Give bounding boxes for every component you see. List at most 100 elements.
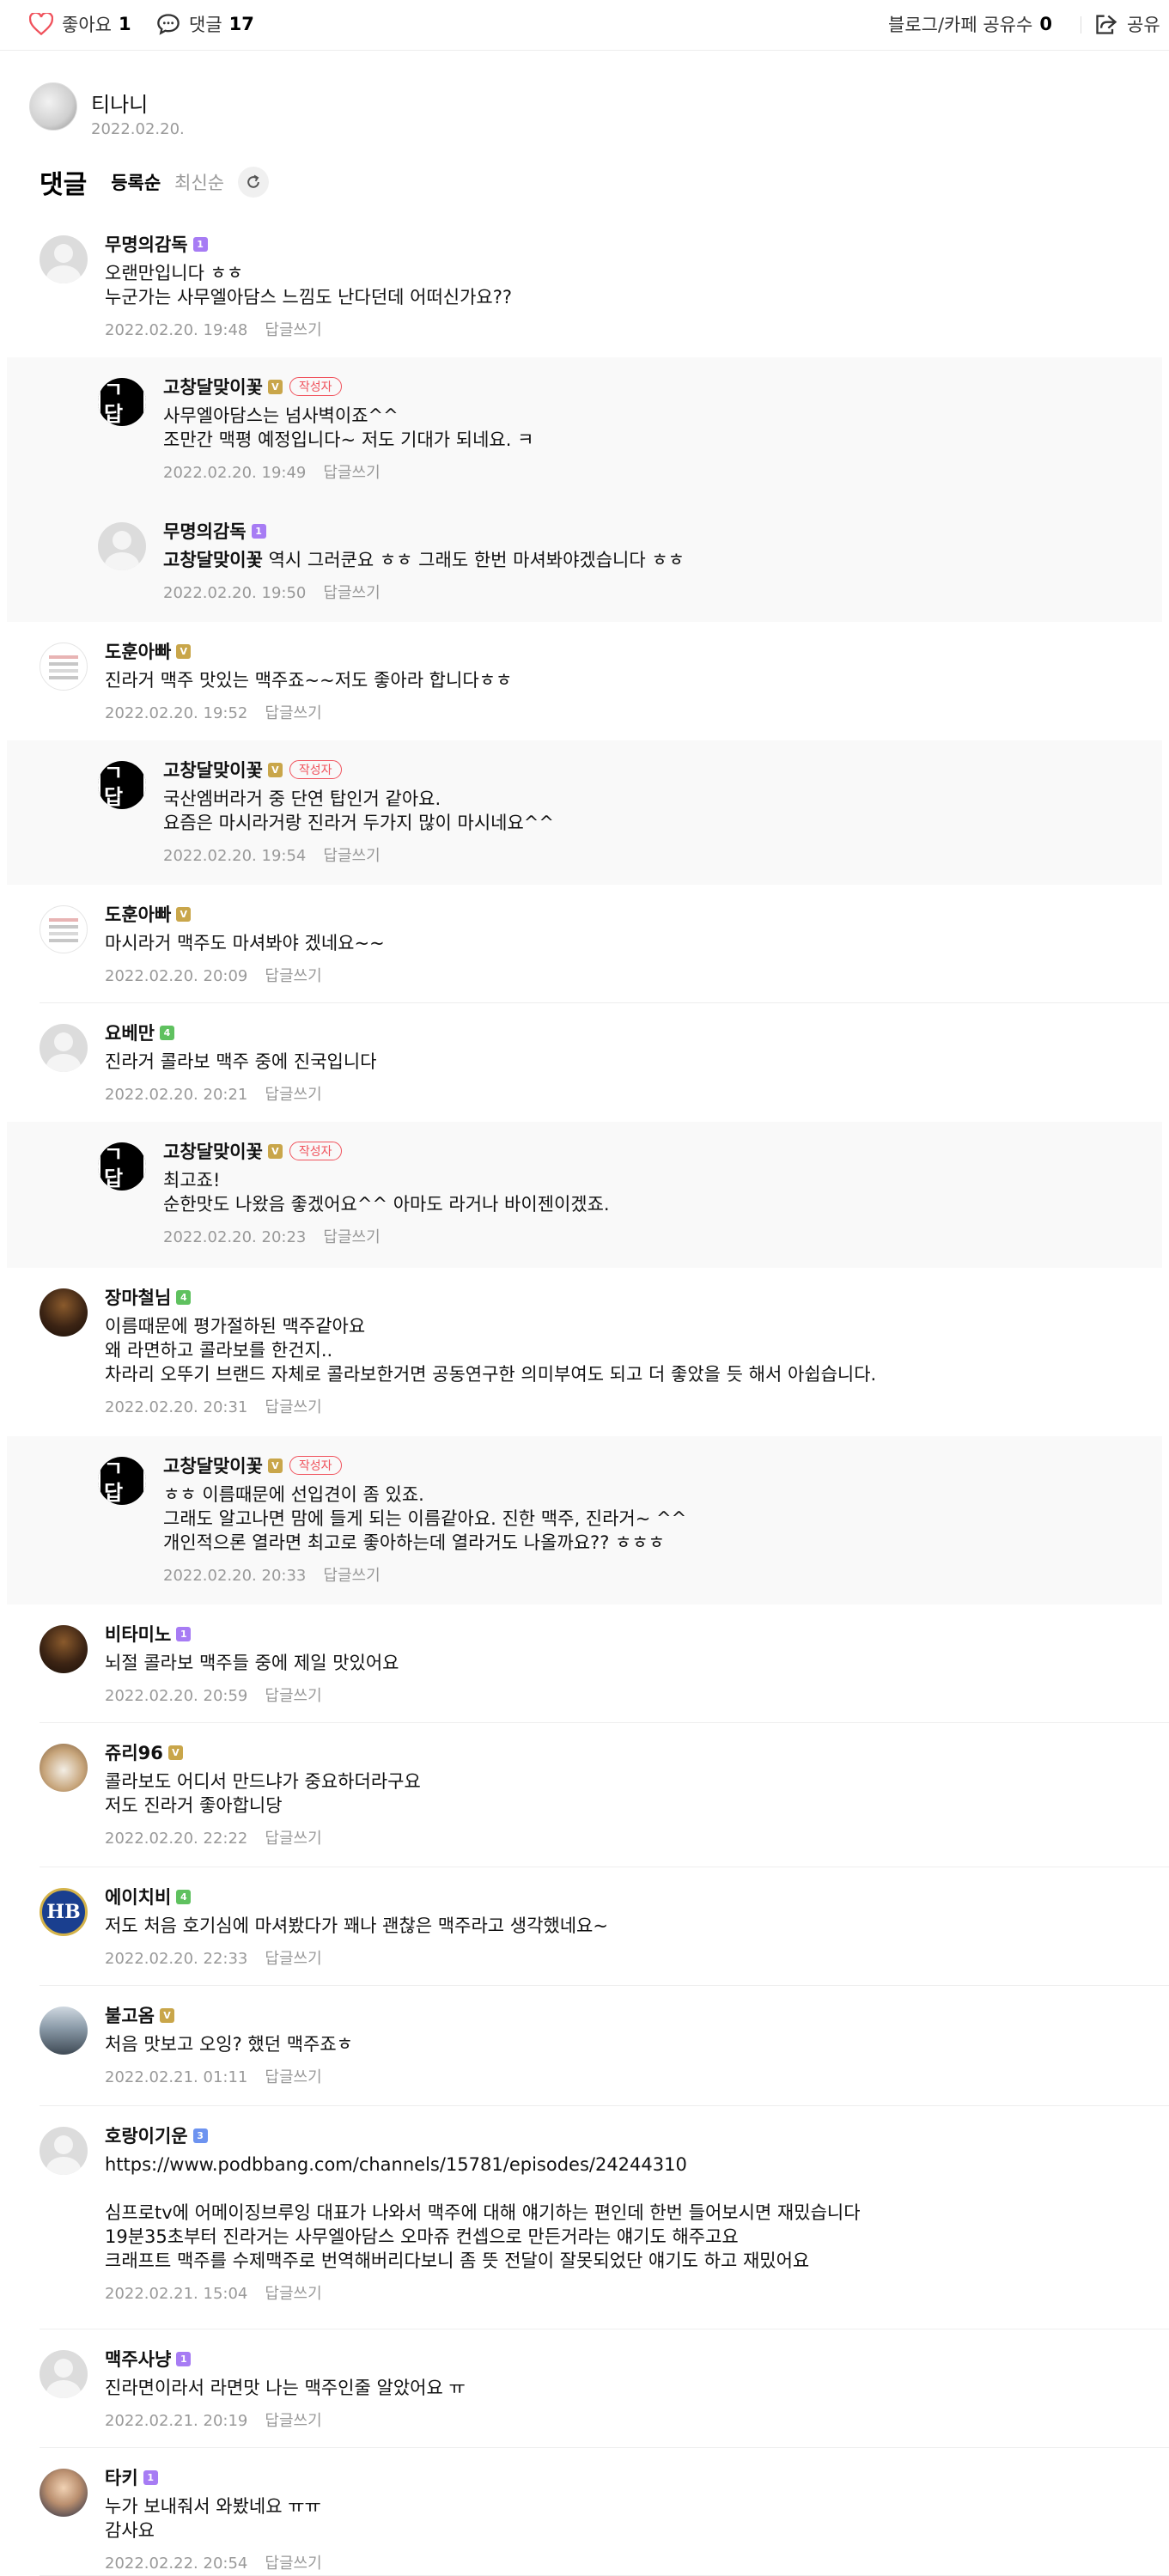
commenter-avatar[interactable] [40, 1024, 88, 1072]
comment-meta: 2022.02.20. 20:09 답글쓰기 [105, 964, 385, 986]
reply-button[interactable]: 답글쓰기 [265, 321, 321, 339]
comment-item: 도훈아빠 V 마시라거 맥주도 마셔봐야 겠네요~~ 2022.02.20. 20:0… [0, 885, 1169, 1003]
comment-text-line: ㅎㅎ 이름때문에 선입견이 좀 있죠. [163, 1483, 686, 1507]
commenter-avatar[interactable]: ㄱ답 [98, 378, 146, 426]
member-level-icon: V [176, 643, 192, 659]
comment-text-line: 감사요 [105, 2518, 322, 2543]
comment-item: 도훈아빠 V 진라거 맥주 맛있는 맥주죠~~저도 좋아라 합니다ㅎㅎ 2022.02… [0, 622, 1169, 740]
comment-line-text: 차라리 오뚜기 브랜드 자체로 콜라보한거면 공동연구한 의미부여도 되고 더 … [105, 1364, 877, 1385]
commenter-avatar[interactable] [40, 1625, 88, 1673]
comment-line-text: 저도 처음 호기심에 마셔봤다가 꽤나 괜찮은 맥주라고 생각했네요~ [105, 1915, 608, 1936]
commenter-avatar-hb-logo[interactable]: HB [40, 1888, 88, 1936]
like-button[interactable]: 좋아요 1 [29, 8, 131, 40]
commenter-avatar[interactable]: ㄱ답 [98, 1142, 146, 1191]
share-count-value: 0 [1039, 14, 1052, 34]
like-label: 좋아요 [62, 15, 112, 35]
brand-logo: ㄱ답 [98, 378, 146, 426]
commenter-nickname[interactable]: 도훈아빠 [105, 638, 171, 664]
commenter-nickname[interactable]: 고창달맞이꽃 [163, 757, 263, 783]
reply-button[interactable]: 답글쓰기 [265, 1830, 321, 1848]
post-date: 2022.02.20. [91, 120, 185, 138]
commenter-avatar[interactable]: ㄱ답 [98, 761, 146, 809]
reply-button[interactable]: 답글쓰기 [265, 1086, 321, 1104]
member-level-icon: 1 [143, 2469, 158, 2485]
reply-button[interactable]: 답글쓰기 [323, 464, 380, 482]
commenter-avatar[interactable] [40, 1288, 88, 1337]
commenter-avatar[interactable] [40, 2350, 88, 2398]
reply-button[interactable]: 답글쓰기 [265, 1398, 321, 1416]
commenter-nickname[interactable]: 에이치비 [105, 1884, 171, 1909]
author-name[interactable]: 티나니 [91, 88, 148, 118]
author-avatar[interactable] [29, 82, 77, 131]
reply-button[interactable]: 답글쓰기 [265, 2285, 321, 2303]
comment-meta: 2022.02.20. 19:54 답글쓰기 [163, 843, 554, 866]
comment-text: 국산엠버라거 중 단연 탑인거 같아요. 요즘은 마시라거랑 진라거 두가지 많이… [163, 787, 554, 835]
mention-tag[interactable]: 고창달맞이꽃 [163, 550, 263, 570]
reply-button[interactable]: 답글쓰기 [265, 1950, 321, 1968]
reply-button[interactable]: 답글쓰기 [265, 967, 321, 985]
commenter-avatar[interactable] [40, 235, 88, 283]
commenter-avatar[interactable] [40, 2469, 88, 2517]
commenter-avatar[interactable] [40, 1744, 88, 1792]
reply-button[interactable]: 답글쓰기 [265, 1687, 321, 1705]
comment-toggle-button[interactable]: 댓글 17 [156, 8, 254, 40]
commenter-nickname[interactable]: 고창달맞이꽃 [163, 374, 263, 399]
share-button[interactable]: 공유 [1094, 8, 1160, 40]
commenter-nickname[interactable]: 장마철님 [105, 1284, 171, 1310]
comment-line-text: 오랜만입니다 ㅎㅎ [105, 263, 244, 283]
comment-item: 쥬리96 V 콜라보도 어디서 만드냐가 중요하더라구요 저도 진라거 좋아합니당 20… [0, 1723, 1169, 1867]
comment-line-text: 누군가는 사무엘아담스 느낌도 난다던데 어떠신가요?? [105, 287, 513, 308]
reply-button[interactable]: 답글쓰기 [265, 2068, 321, 2086]
commenter-nickname[interactable]: 맥주사냥 [105, 2346, 171, 2372]
comment-line-text: 누가 보내줘서 와봤네요 ㅠㅠ [105, 2496, 321, 2517]
commenter-nickname[interactable]: 고창달맞이꽃 [163, 1138, 263, 1164]
commenter-avatar[interactable]: ㄱ답 [98, 1457, 146, 1505]
commenter-avatar[interactable] [40, 2007, 88, 2055]
comment-nick-line: 고창달맞이꽃 V 작성자 [163, 1139, 610, 1163]
reply-button[interactable]: 답글쓰기 [265, 704, 321, 722]
sort-latest[interactable]: 최신순 [174, 169, 224, 195]
commenter-nickname[interactable]: 무명의감독 [163, 518, 247, 544]
commenter-avatar[interactable] [40, 642, 88, 691]
member-level-icon: 1 [176, 1626, 192, 1641]
comment-date: 2022.02.20. 20:21 [105, 1086, 248, 1104]
commenter-nickname[interactable]: 도훈아빠 [105, 901, 171, 927]
comment-date: 2022.02.21. 20:19 [105, 2412, 248, 2430]
comment-line-text: 진라거 맥주 맛있는 맥주죠~~저도 좋아라 합니다ㅎㅎ [105, 670, 513, 691]
comment-nick-line: 무명의감독 1 [163, 519, 685, 543]
commenter-nickname[interactable]: 호랑이기운 [105, 2122, 188, 2148]
comment-date: 2022.02.20. 19:49 [163, 464, 307, 482]
commenter-avatar[interactable] [98, 522, 146, 570]
comment-text-line: 진라거 맥주 맛있는 맥주죠~~저도 좋아라 합니다ㅎㅎ [105, 668, 512, 692]
commenter-nickname[interactable]: 무명의감독 [105, 231, 188, 257]
reply-button[interactable]: 답글쓰기 [323, 1567, 380, 1585]
brand-logo: ㄱ답 [98, 1142, 146, 1191]
commenter-nickname[interactable]: 비타미노 [105, 1621, 171, 1647]
comment-line-text: 진라거 콜라보 맥주 중에 진국입니다 [105, 1051, 377, 1072]
reply-button[interactable]: 답글쓰기 [323, 847, 380, 865]
comment-text: 누가 보내줘서 와봤네요 ㅠㅠ 감사요 [105, 2494, 322, 2543]
commenter-avatar[interactable] [40, 2127, 88, 2175]
commenter-nickname[interactable]: 고창달맞이꽃 [163, 1452, 263, 1478]
comment-body: 맥주사냥 1 진라면이라서 라면맛 나는 맥주인줄 알았어요 ㅠ 2022.02.21… [105, 2347, 466, 2431]
sort-registered[interactable]: 등록순 [111, 169, 161, 195]
comment-body: 도훈아빠 V 마시라거 맥주도 마셔봐야 겠네요~~ 2022.02.20. 20:0… [105, 902, 385, 986]
comment-line-text: 진라면이라서 라면맛 나는 맥주인줄 알았어요 ㅠ [105, 2378, 466, 2398]
comment-line-text: 왜 라면하고 콜라보를 한건지.. [105, 1340, 333, 1361]
commenter-avatar[interactable] [40, 905, 88, 953]
comment-date: 2022.02.20. 19:50 [163, 584, 307, 602]
commenter-nickname[interactable]: 쥬리96 [105, 1739, 163, 1765]
reply-button[interactable]: 답글쓰기 [323, 1228, 380, 1246]
reply-button[interactable]: 답글쓰기 [323, 584, 380, 602]
commenter-nickname[interactable]: 타키 [105, 2464, 138, 2490]
commenter-nickname[interactable]: 요베만 [105, 1020, 155, 1045]
comment-text-line: 그래도 알고나면 맘에 들게 되는 이름같아요. 진한 맥주, 진라거~ ^^ [163, 1507, 686, 1531]
share-label: 공유 [1127, 15, 1160, 35]
refresh-button[interactable] [238, 167, 270, 198]
member-level-icon: 4 [176, 1289, 192, 1305]
commenter-nickname[interactable]: 불고옴 [105, 2002, 155, 2028]
comment-meta: 2022.02.21. 01:11 답글쓰기 [105, 2065, 353, 2087]
reply-button[interactable]: 답글쓰기 [265, 2555, 321, 2573]
comment-body: 비타미노 1 뇌절 콜라보 맥주들 중에 제일 맛있어요 2022.02.20. 20… [105, 1622, 399, 1706]
reply-button[interactable]: 답글쓰기 [265, 2412, 321, 2430]
